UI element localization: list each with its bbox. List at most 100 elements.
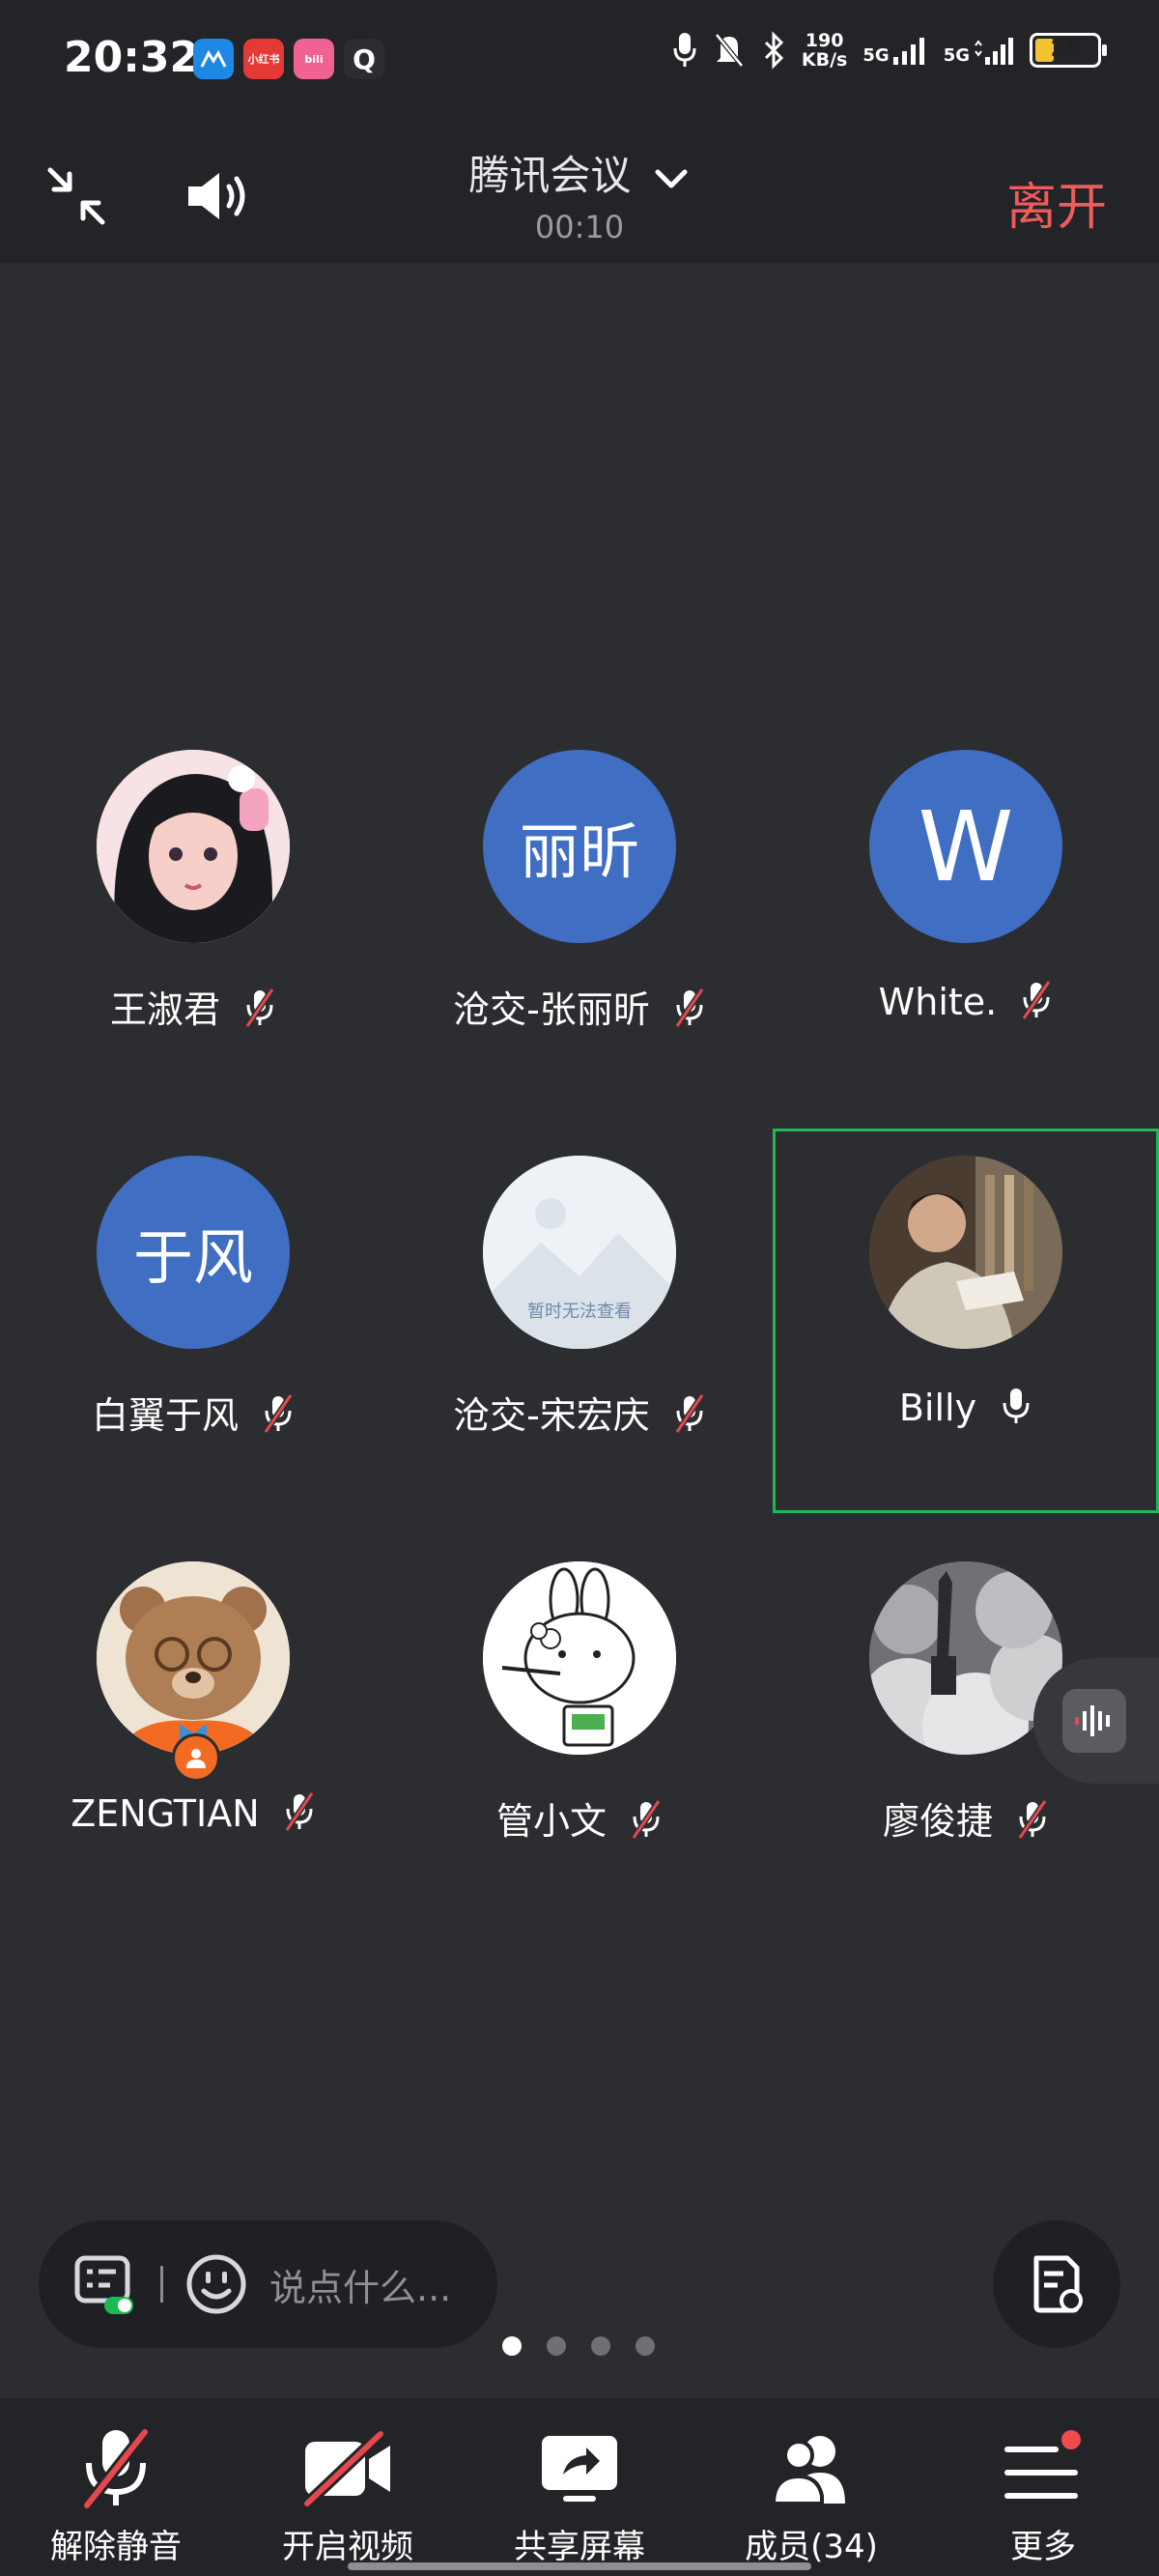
participant-name: Billy xyxy=(898,1387,977,1429)
page-dot[interactable] xyxy=(636,2336,655,2356)
mic-muted-icon xyxy=(630,1799,663,1848)
notes-button[interactable] xyxy=(993,2220,1120,2348)
leave-button[interactable]: 离开 xyxy=(1006,166,1107,239)
avatar-photo-icon xyxy=(869,1156,1062,1349)
participant-name-row: 王淑君 xyxy=(0,980,386,1037)
mic-muted-icon xyxy=(283,1791,316,1841)
participant-name: 白翼于风 xyxy=(91,1394,239,1437)
page-dot[interactable] xyxy=(547,2336,566,2356)
net-speed-unit: KB/s xyxy=(801,49,848,71)
host-person-icon xyxy=(186,1749,206,1768)
avatar xyxy=(97,750,290,943)
chat-toggle-icon xyxy=(74,2255,133,2314)
share-screen-button[interactable]: 共享屏幕 xyxy=(464,2398,695,2576)
participant-name: 沧交-宋宏庆 xyxy=(453,1394,650,1437)
avatar: 丽昕 xyxy=(483,750,676,943)
signal-1: 5G xyxy=(862,36,927,65)
participant-tile-active-speaker[interactable]: Billy xyxy=(773,1129,1159,1513)
avatar: W xyxy=(869,750,1062,943)
start-video-button[interactable]: 开启视频 xyxy=(232,2398,464,2576)
members-label: 成员(34) xyxy=(745,2528,878,2566)
mic-muted-icon xyxy=(243,987,276,1037)
chat-divider xyxy=(160,2266,163,2303)
mic-muted-icon xyxy=(1020,980,1053,1029)
app-icon-q: Q xyxy=(344,39,384,79)
battery-level: 25 xyxy=(1050,38,1081,62)
net-speed: 190 KB/s xyxy=(802,31,847,70)
participant-name: 沧交-张丽昕 xyxy=(453,988,650,1031)
page-dot[interactable] xyxy=(591,2336,610,2356)
members-icon xyxy=(695,2425,927,2512)
participant-tile[interactable]: 管小文 xyxy=(386,1561,773,1967)
mic-muted-icon xyxy=(0,2425,232,2512)
host-badge xyxy=(172,1733,220,1782)
app-icon-blue xyxy=(193,39,234,79)
participant-name-row: Billy xyxy=(773,1386,1159,1435)
mic-muted-icon xyxy=(673,1393,706,1443)
share-screen-icon xyxy=(464,2425,695,2512)
emoji-button[interactable] xyxy=(184,2252,248,2316)
emoji-icon xyxy=(186,2254,246,2314)
app-icon-xiaohongshu: 小红书 xyxy=(243,39,284,79)
mic-status-icon xyxy=(673,33,696,67)
meeting-title: 腾讯会议 xyxy=(468,152,632,199)
signal-1-label: 5G xyxy=(862,45,890,66)
signal-2: 5G xyxy=(944,36,1014,65)
participant-tile[interactable]: ZENGTIAN xyxy=(0,1561,386,1967)
notification-app-icons: 小红书 bili Q xyxy=(193,39,384,79)
participant-tile[interactable]: 于风 白翼于风 xyxy=(0,1156,386,1561)
chat-input[interactable]: 说点什么... xyxy=(269,2258,451,2311)
participant-name-row: 沧交-张丽昕 xyxy=(386,980,773,1037)
page-dot-active[interactable] xyxy=(502,2336,522,2356)
participant-tile[interactable]: W White. xyxy=(773,750,1159,1156)
mic-muted-icon xyxy=(1016,1799,1049,1848)
participant-tile[interactable]: 暂时无法查看 沧交-宋宏庆 xyxy=(386,1156,773,1561)
mic-muted-icon xyxy=(673,987,706,1037)
page-indicator xyxy=(502,2336,655,2356)
start-video-label: 开启视频 xyxy=(282,2528,413,2566)
menu-icon xyxy=(927,2425,1159,2512)
audio-wave-icon xyxy=(1062,1689,1126,1753)
notes-icon xyxy=(1033,2255,1083,2313)
participant-name: ZENGTIAN xyxy=(71,1792,260,1835)
chat-bar: 说点什么... xyxy=(39,2220,497,2348)
avatar xyxy=(483,1561,676,1755)
meeting-title-dropdown[interactable]: 腾讯会议 xyxy=(0,143,1159,202)
video-off-icon xyxy=(232,2425,464,2512)
system-icons: 190 KB/s 5G 5G 25 xyxy=(672,31,1107,70)
avatar: 于风 xyxy=(97,1156,290,1349)
mic-muted-icon xyxy=(262,1393,295,1443)
participant-name-row: 管小文 xyxy=(386,1791,773,1848)
members-button[interactable]: 成员(34) xyxy=(695,2398,927,2576)
bluetooth-icon xyxy=(764,31,784,70)
unmute-button[interactable]: 解除静音 xyxy=(0,2398,232,2576)
avatar-initials: 于风 xyxy=(132,1222,253,1293)
participant-name-row: White. xyxy=(773,980,1159,1029)
floating-audio-button[interactable] xyxy=(1033,1658,1159,1784)
status-bar: 20:32 小红书 bili Q 190 KB/s 5G 5G 25 xyxy=(0,0,1159,126)
avatar-photo-icon xyxy=(97,750,290,943)
avatar xyxy=(869,1156,1062,1349)
participant-name: White. xyxy=(878,981,998,1023)
signal-bars-icon xyxy=(975,38,1013,65)
home-indicator[interactable] xyxy=(348,2562,811,2570)
net-speed-value: 190 xyxy=(805,30,844,51)
chevron-down-icon xyxy=(655,169,688,187)
participant-name-row: 沧交-宋宏庆 xyxy=(386,1386,773,1443)
unmute-label: 解除静音 xyxy=(50,2528,182,2566)
avatar-photo-icon xyxy=(483,1561,676,1755)
participant-name: 廖俊捷 xyxy=(882,1800,993,1843)
participant-name: 王淑君 xyxy=(109,988,220,1031)
participant-tile[interactable]: 王淑君 xyxy=(0,750,386,1156)
app-icon-bilibili: bili xyxy=(294,39,334,79)
battery-indicator: 25 xyxy=(1030,33,1107,68)
signal-2-label: 5G xyxy=(943,45,970,66)
participant-name: 管小文 xyxy=(495,1800,607,1843)
participant-tile[interactable]: 丽昕 沧交-张丽昕 xyxy=(386,750,773,1156)
signal-bars-icon xyxy=(892,38,924,65)
participant-name-row: 廖俊捷 xyxy=(773,1791,1159,1848)
avatar xyxy=(97,1561,290,1755)
avatar-initials: 丽昕 xyxy=(519,816,639,887)
chat-toggle-button[interactable] xyxy=(71,2250,139,2318)
more-button[interactable]: 更多 xyxy=(927,2398,1159,2576)
